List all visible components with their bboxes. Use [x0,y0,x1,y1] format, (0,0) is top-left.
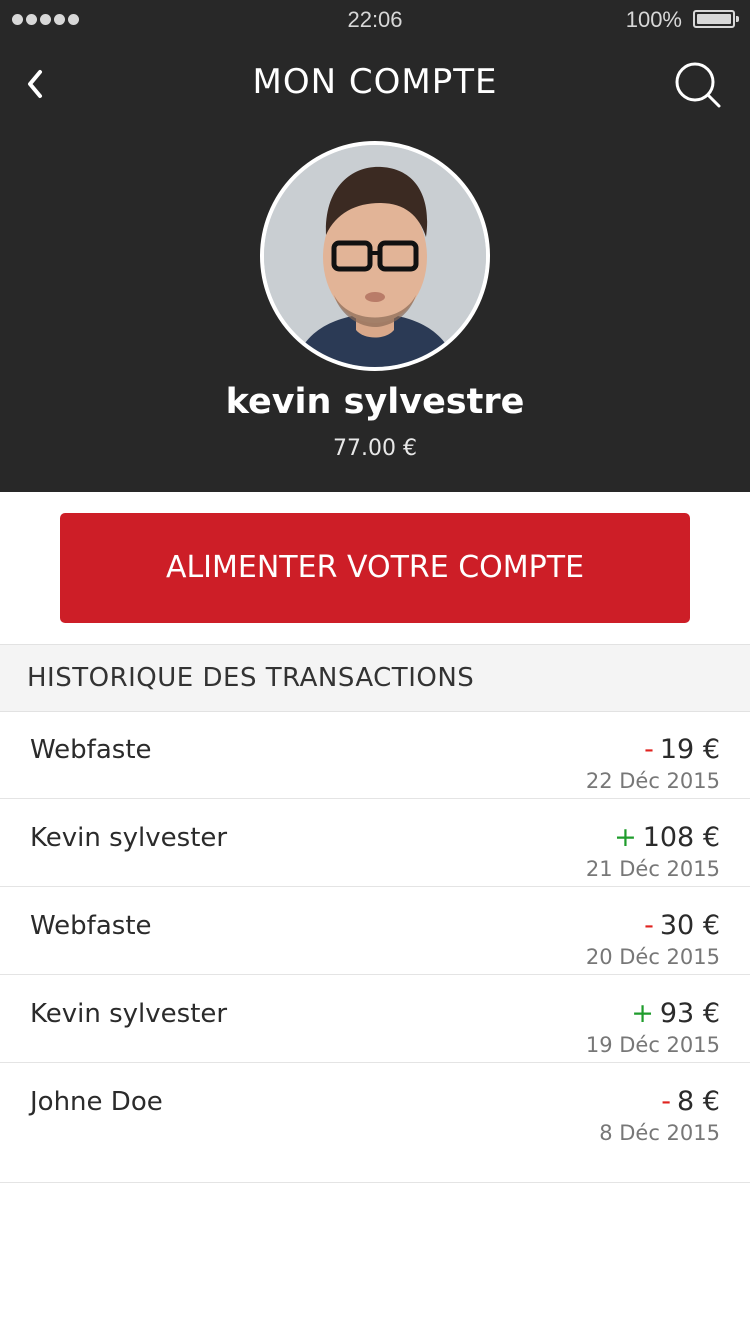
transaction-name: Kevin sylvester [30,823,228,853]
status-bar: 22:06 100% [0,0,750,40]
transaction-amount: -30 € [644,909,720,943]
transaction-date: 8 Déc 2015 [599,1121,720,1145]
transaction-amount: +93 € [631,997,720,1031]
transaction-amount-value: 30 € [659,910,720,941]
debit-sign: - [661,1086,672,1117]
transaction-amount-value: 93 € [659,998,720,1029]
transaction-amount: -8 € [661,1085,720,1119]
transaction-row[interactable]: Webfaste -19 € 22 Déc 2015 [0,711,750,799]
debit-sign: - [644,734,654,765]
transaction-amount: +108 € [614,821,720,855]
transaction-date: 21 Déc 2015 [585,857,720,881]
transaction-date: 22 Déc 2015 [585,769,720,793]
transaction-name: Webfaste [30,911,152,941]
transaction-date: 19 Déc 2015 [585,1033,720,1057]
page-title: MON COMPTE [252,62,498,102]
transaction-name: Kevin sylvester [30,999,228,1029]
transaction-row[interactable]: Kevin sylvester +108 € 21 Déc 2015 [0,799,750,887]
account-header: 22:06 100% MON COMPTE kevin sylvestre 77… [0,0,750,492]
avatar [260,141,490,371]
transaction-list: Webfaste -19 € 22 Déc 2015 Kevin sylvest… [0,711,750,1183]
transaction-date: 20 Déc 2015 [585,945,720,969]
transaction-row[interactable]: Johne Doe -8 € 8 Déc 2015 [0,1063,750,1183]
transaction-name: Johne Doe [30,1087,163,1117]
search-icon[interactable] [672,60,724,112]
credit-sign: + [631,998,654,1029]
section-title: HISTORIQUE DES TRANSACTIONS [27,663,475,693]
transaction-row[interactable]: Kevin sylvester +93 € 19 Déc 2015 [0,975,750,1063]
transaction-amount: -19 € [644,733,720,767]
battery-percent: 100% [625,7,682,32]
transaction-name: Webfaste [30,735,152,765]
debit-sign: - [644,910,654,941]
credit-sign: + [614,822,637,853]
battery-icon [693,10,739,28]
transaction-amount-value: 8 € [677,1086,720,1117]
transaction-amount-value: 108 € [642,822,720,853]
user-name: kevin sylvestre [225,382,525,422]
transaction-history-header: HISTORIQUE DES TRANSACTIONS [0,644,750,712]
transaction-row[interactable]: Webfaste -30 € 20 Déc 2015 [0,887,750,975]
transaction-amount-value: 19 € [659,734,720,765]
topup-account-button[interactable]: ALIMENTER VOTRE COMPTE [60,513,690,623]
account-balance: 77.00 € [333,436,417,461]
